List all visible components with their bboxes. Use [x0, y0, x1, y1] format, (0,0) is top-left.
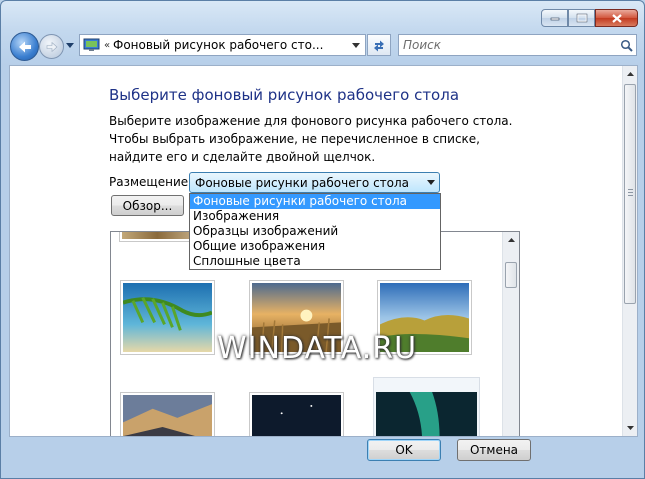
page-title: Выберите фоновый рисунок рабочего стола: [109, 86, 460, 104]
minimize-button[interactable]: [541, 9, 568, 27]
chevron-up-icon: [508, 238, 515, 242]
maximize-icon: [576, 13, 587, 23]
cancel-button[interactable]: Отмена: [457, 439, 531, 461]
scroll-thumb[interactable]: [624, 84, 636, 304]
refresh-button[interactable]: [367, 34, 391, 56]
wallpaper-thumbnail[interactable]: [120, 392, 215, 436]
scroll-down-button[interactable]: [623, 420, 637, 436]
placement-option[interactable]: Фоновые рисунки рабочего стола: [190, 194, 440, 209]
chevron-down-icon: [66, 42, 74, 48]
gallery-scroll-thumb[interactable]: [505, 262, 517, 288]
wallpaper-image: [252, 395, 341, 436]
search-icon[interactable]: [616, 39, 636, 52]
breadcrumb-separator-icon: «: [103, 39, 111, 51]
caption-buttons: [541, 9, 638, 27]
wallpaper-image: [122, 283, 213, 352]
placement-option[interactable]: Образцы изображений: [190, 224, 440, 239]
dialog-footer: OK Отмена: [9, 437, 638, 472]
recent-pages-dropdown[interactable]: [65, 40, 75, 50]
arrow-left-icon: [18, 41, 31, 52]
placement-selected-value: Фоновые рисунки рабочего стола: [195, 175, 410, 190]
chevron-down-icon: [427, 180, 435, 185]
window: « Фоновый рисунок рабочего сто... Выбери…: [0, 0, 645, 479]
address-bar[interactable]: « Фоновый рисунок рабочего сто...: [79, 34, 366, 56]
chevron-down-icon: [627, 426, 634, 430]
browse-button[interactable]: Обзор...: [111, 195, 184, 216]
forward-button[interactable]: [39, 34, 64, 59]
gallery-scrollbar[interactable]: [502, 232, 519, 436]
address-dropdown[interactable]: [347, 35, 365, 55]
placement-option[interactable]: Изображения: [190, 209, 440, 224]
breadcrumb[interactable]: Фоновый рисунок рабочего сто...: [113, 38, 347, 52]
placement-option[interactable]: Общие изображения: [190, 239, 440, 254]
gallery-scroll-up[interactable]: [503, 232, 519, 248]
chevron-up-icon: [627, 72, 634, 76]
placement-options-list: Фоновые рисунки рабочего стола Изображен…: [189, 193, 441, 270]
wallpaper-thumbnail[interactable]: [249, 392, 344, 436]
watermark: WINDATA.RU: [217, 331, 418, 366]
wallpaper-thumbnail-selected[interactable]: [373, 377, 480, 436]
maximize-button[interactable]: [568, 9, 595, 27]
content-pane: Выберите фоновый рисунок рабочего стола …: [9, 65, 638, 437]
minimize-icon: [550, 17, 559, 21]
placement-select[interactable]: Фоновые рисунки рабочего стола: [189, 172, 440, 193]
back-button[interactable]: [10, 32, 39, 61]
search-box: [398, 34, 637, 56]
wallpaper-image: [123, 395, 212, 436]
dropdown-arrow: [423, 180, 439, 185]
placement-option[interactable]: Сплошные цвета: [190, 254, 440, 269]
close-icon: [611, 13, 622, 23]
wallpaper-image: [376, 392, 477, 436]
chevron-down-icon: [352, 42, 360, 48]
ok-button[interactable]: OK: [367, 439, 441, 461]
refresh-icon: [374, 40, 384, 52]
arrow-right-icon: [46, 41, 57, 52]
control-panel-icon: [83, 38, 100, 51]
grip-icon: [628, 189, 633, 197]
search-input[interactable]: [399, 37, 616, 53]
instructions-text: Выберите изображение для фонового рисунк…: [109, 114, 513, 164]
placement-label: Размещение: [109, 175, 189, 189]
content-scrollbar[interactable]: [622, 66, 637, 436]
wallpaper-thumbnail[interactable]: [120, 280, 215, 355]
scroll-up-button[interactable]: [623, 66, 637, 82]
close-button[interactable]: [595, 9, 638, 27]
